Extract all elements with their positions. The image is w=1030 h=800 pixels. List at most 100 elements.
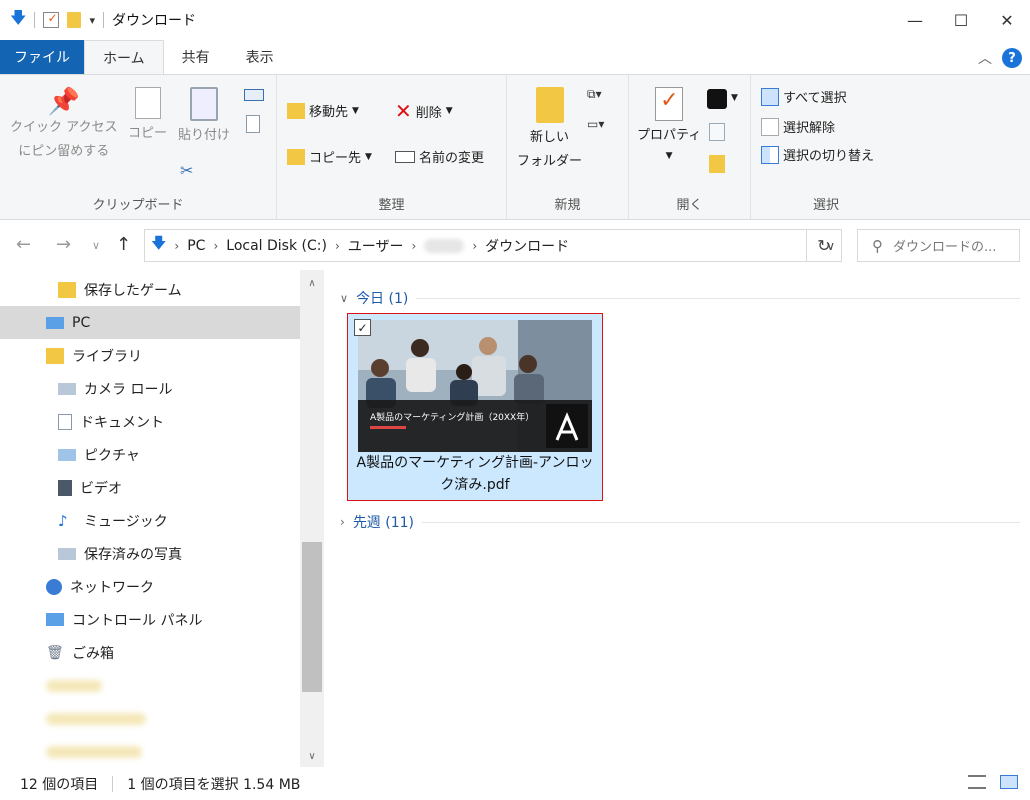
nav-item-saved-games[interactable]: 保存したゲーム	[0, 273, 300, 306]
copy-to-icon	[287, 148, 305, 165]
nav-item-libraries[interactable]: ライブラリ	[0, 339, 300, 372]
rename-icon	[395, 150, 415, 163]
move-to-button[interactable]: 移動先 ▼	[287, 101, 359, 120]
pin-label-1: クイック アクセス	[10, 120, 118, 135]
copy-to-button[interactable]: コピー先 ▼	[287, 147, 372, 166]
tab-home[interactable]: ホーム	[84, 40, 164, 75]
refresh-button[interactable]: ↻	[806, 229, 842, 262]
properties-button[interactable]: ✓ プロパティ ▼	[637, 87, 701, 167]
customize-toolbar-icon[interactable]: ▾	[89, 14, 95, 27]
network-icon	[46, 578, 62, 595]
organize-group-label: 整理	[378, 198, 405, 213]
group-last-week[interactable]: › 先週 (11)	[340, 512, 1020, 532]
pdf-app-icon[interactable]	[707, 89, 727, 109]
nav-item-network[interactable]: ネットワーク	[0, 570, 300, 603]
copy-icon	[134, 87, 161, 119]
ribbon: 📌 クイック アクセス にピン留めする コピー 貼り付け ✂ クリップボード 移…	[0, 74, 1030, 220]
file-tile-selected[interactable]: A製品のマーケティング計画（20XX年） ✓ A製品のマーケティング計画-アンロ…	[347, 313, 603, 501]
select-none-label: 選択解除	[783, 121, 836, 136]
recent-locations-icon[interactable]: ∨	[92, 239, 100, 252]
nav-item-saved-pictures[interactable]: 保存済みの写真	[0, 537, 300, 570]
breadcrumb-local-disk[interactable]: Local Disk (C:)	[226, 238, 327, 254]
chevron-down-icon[interactable]: ▼	[731, 93, 738, 103]
divider	[112, 775, 114, 792]
move-to-icon	[287, 102, 305, 119]
scroll-down-icon[interactable]: ∨	[300, 745, 324, 767]
close-button[interactable]: ✕	[984, 0, 1030, 40]
scroll-up-icon[interactable]: ∧	[300, 272, 324, 294]
copy-path-icon[interactable]	[244, 89, 264, 101]
search-box[interactable]: ⚲ ダウンロードの...	[857, 229, 1020, 262]
nav-item-pictures[interactable]: ピクチャ	[0, 438, 300, 471]
tab-file[interactable]: ファイル	[0, 40, 84, 74]
file-checkbox[interactable]: ✓	[354, 319, 371, 336]
nav-item-redacted[interactable]	[0, 702, 300, 735]
tab-share[interactable]: 共有	[164, 40, 228, 74]
window-title: ダウンロード	[111, 13, 196, 29]
paste-button[interactable]: 貼り付け	[178, 87, 230, 147]
invert-selection-button[interactable]: 選択の切り替え	[761, 145, 874, 164]
nav-item-pc[interactable]: PC	[0, 306, 300, 339]
nav-item-label: コントロール パネル	[72, 612, 203, 629]
nav-item-music[interactable]: ♪ ミュージック	[0, 504, 300, 537]
chevron-down-icon: ▼	[352, 105, 359, 116]
chevron-right-icon: ›	[472, 238, 478, 253]
select-none-button[interactable]: 選択解除	[761, 117, 835, 136]
edit-icon[interactable]	[709, 123, 725, 141]
down-arrow-icon[interactable]: 🡇	[10, 7, 26, 34]
thumbnail-title: A製品のマーケティング計画（20XX年）	[370, 413, 535, 423]
address-bar[interactable]: 🡇 › PC › Local Disk (C:) › ユーザー › › ダウンロ…	[144, 229, 842, 262]
group-today[interactable]: ∨ 今日 (1)	[340, 288, 1020, 308]
nav-item-camera-roll[interactable]: カメラ ロール	[0, 372, 300, 405]
nav-scrollbar[interactable]	[300, 270, 324, 767]
help-icon[interactable]: ?	[1002, 48, 1022, 68]
nav-item-redacted[interactable]	[0, 669, 300, 702]
easy-access-icon[interactable]: ▭▾	[587, 117, 604, 131]
status-bar: 12 個の項目 1 個の項目を選択 1.54 MB	[0, 767, 1030, 800]
saved-pictures-icon	[58, 547, 76, 560]
tab-view[interactable]: 表示	[228, 40, 292, 74]
new-folder-button[interactable]: 新しい フォルダー	[517, 87, 582, 173]
maximize-button[interactable]: ☐	[938, 0, 984, 40]
nav-item-documents[interactable]: ドキュメント	[0, 405, 300, 438]
select-group: すべて選択 選択解除 選択の切り替え 選択	[751, 75, 901, 219]
cut-icon[interactable]: ✂	[180, 161, 193, 180]
breadcrumb-username-redacted[interactable]	[424, 238, 465, 253]
breadcrumb-users[interactable]: ユーザー	[348, 236, 404, 256]
nav-item-recycle-bin[interactable]: 🗑 ごみ箱	[0, 636, 300, 669]
breadcrumb-downloads[interactable]: ダウンロード	[485, 236, 569, 256]
forward-arrow-icon[interactable]: →	[56, 234, 71, 255]
properties-icon[interactable]: ✓	[43, 11, 60, 28]
office-photo-image	[358, 320, 592, 452]
history-icon[interactable]	[709, 155, 725, 173]
nav-item-label: 保存済みの写真	[84, 546, 182, 563]
select-all-button[interactable]: すべて選択	[761, 87, 847, 106]
selection-info: 1 個の項目を選択 1.54 MB	[127, 776, 301, 793]
pin-to-quick-access-button[interactable]: 📌 クイック アクセス にピン留めする	[10, 87, 118, 163]
paste-shortcut-icon[interactable]	[246, 115, 260, 133]
nav-scrollbar-thumb[interactable]	[302, 542, 322, 692]
copy-button[interactable]: コピー	[128, 87, 167, 145]
chevron-down-icon: ∨	[340, 291, 349, 305]
group-today-label: 今日 (1)	[356, 291, 409, 307]
back-arrow-icon[interactable]: ←	[16, 234, 31, 255]
nav-item-control-panel[interactable]: コントロール パネル	[0, 603, 300, 636]
ribbon-tabs: ファイル ホーム 共有 表示 ︿ ?	[0, 40, 1030, 75]
details-view-icon[interactable]	[968, 775, 986, 789]
new-item-icon[interactable]: ⧉▾	[587, 87, 602, 102]
recycle-bin-icon: 🗑	[46, 644, 64, 661]
pdf-thumbnail: A製品のマーケティング計画（20XX年）	[358, 320, 592, 452]
large-icons-view-icon[interactable]	[1000, 775, 1018, 789]
collapse-ribbon-icon[interactable]: ︿	[978, 48, 992, 68]
nav-item-videos[interactable]: ビデオ	[0, 471, 300, 504]
breadcrumb-pc[interactable]: PC	[187, 238, 205, 254]
nav-item-redacted[interactable]	[0, 735, 300, 768]
pin-icon: 📌	[47, 87, 80, 117]
up-arrow-icon[interactable]: ↑	[116, 234, 131, 255]
folder-icon[interactable]	[67, 12, 82, 28]
rename-button[interactable]: 名前の変更	[395, 147, 484, 166]
minimize-button[interactable]: —	[892, 0, 938, 40]
pc-icon	[46, 316, 64, 329]
thumbnail-subline	[370, 426, 406, 429]
delete-button[interactable]: ✕ 削除 ▼	[395, 99, 453, 123]
